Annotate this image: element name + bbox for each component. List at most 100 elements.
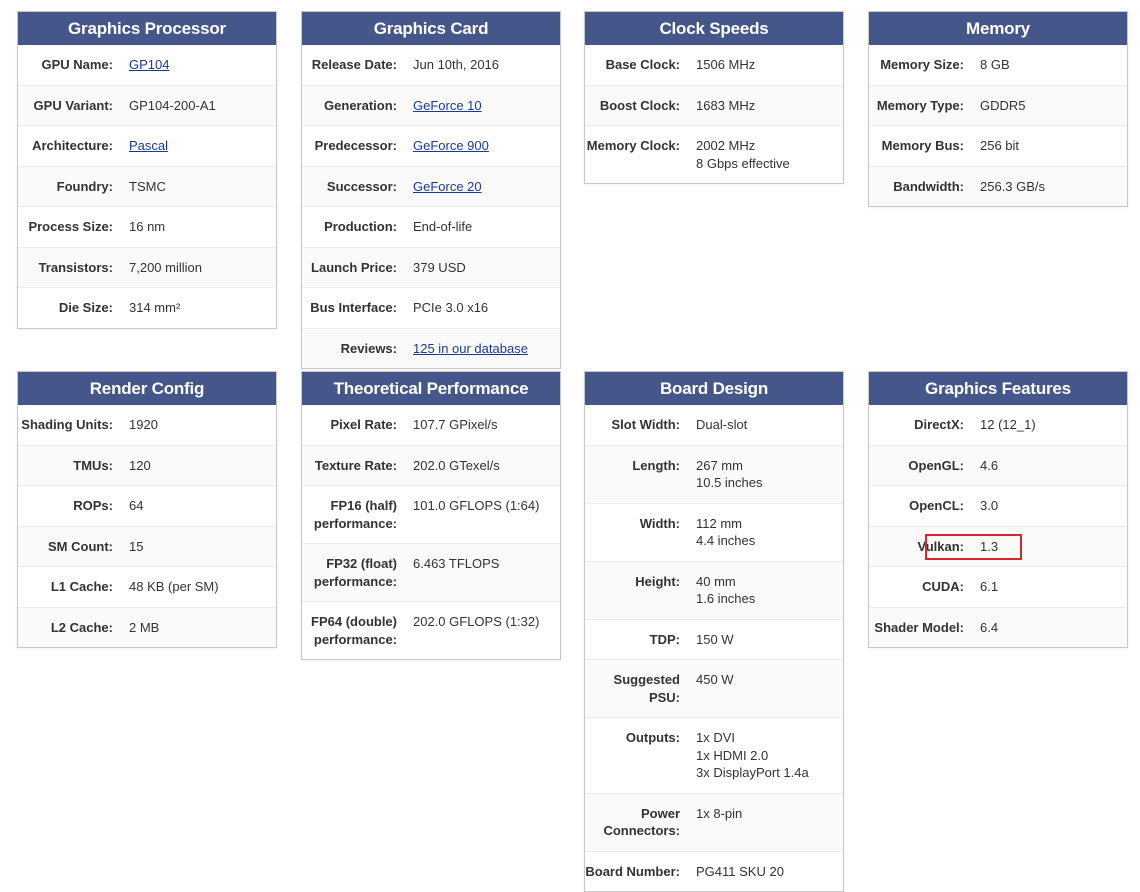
- spec-value: 450 W: [696, 672, 734, 687]
- spec-value: 1920: [129, 417, 158, 432]
- spec-label: Die Size:: [58, 300, 113, 315]
- spec-label: Launch Price:: [311, 259, 397, 275]
- spec-label: Width:: [639, 515, 680, 531]
- spec-value: Jun 10th, 2016: [413, 57, 500, 72]
- spec-row-height: Height: 40 mm 1.6 inches: [585, 560, 843, 619]
- spec-row-fp32: FP32 (float) performance: 6.463 TFLOPS: [302, 543, 560, 601]
- spec-label: SM Count:: [48, 538, 113, 554]
- spec-value: 202.0 GFLOPS (1:32): [413, 614, 540, 629]
- spec-label: Outputs:: [625, 730, 680, 745]
- spec-label: Shader Model:: [874, 619, 964, 635]
- spec-label-line: FP16 (half): [330, 498, 397, 513]
- spec-value: 8 GB: [980, 57, 1010, 72]
- spec-label-line: performance:: [313, 515, 397, 531]
- spec-label-line: Power: [640, 805, 680, 821]
- spec-row-generation: Generation: GeForce 10: [302, 84, 560, 125]
- spec-row-directx: DirectX: 12 (12_1): [869, 405, 1127, 445]
- spec-label: Board Number:: [585, 863, 680, 879]
- card-render-config: Render Config Shading Units: 1920 TMUs: …: [17, 371, 277, 648]
- gpu-name-link[interactable]: GP104: [129, 57, 169, 72]
- spec-label: FP64 (double) performance:: [302, 613, 413, 648]
- spec-value: End-of-life: [413, 219, 473, 234]
- spec-value: 40 mm 1.6 inches: [696, 573, 843, 608]
- spec-label: FP16 (half) performance:: [302, 497, 413, 532]
- spec-label: GPU Name:: [41, 57, 113, 72]
- spec-value: 150 W: [696, 631, 734, 647]
- spec-label: Transistors:: [38, 259, 113, 275]
- spec-value: 107.7 GPixel/s: [413, 417, 498, 432]
- spec-value: 101.0 GFLOPS (1:64): [413, 498, 540, 513]
- spec-row-die-size: Die Size: 314 mm²: [18, 287, 276, 328]
- spec-row-release-date: Release Date: Jun 10th, 2016: [302, 45, 560, 85]
- spec-value: GDDR5: [980, 97, 1026, 113]
- card-memory: Memory Memory Size: 8 GB Memory Type: GD…: [868, 11, 1128, 207]
- spec-row-length: Length: 267 mm 10.5 inches: [585, 444, 843, 503]
- spec-label: ROPs:: [73, 498, 113, 513]
- spec-value-line: 3x DisplayPort 1.4a: [696, 765, 809, 780]
- spec-row-reviews: Reviews: 125 in our database: [302, 327, 560, 368]
- spec-row-fp64: FP64 (double) performance: 202.0 GFLOPS …: [302, 601, 560, 659]
- spec-value: 2002 MHz 8 Gbps effective: [696, 137, 843, 172]
- spec-label: L1 Cache:: [50, 579, 113, 594]
- card-clock-speeds: Clock Speeds Base Clock: 1506 MHz Boost …: [584, 11, 844, 184]
- generation-link[interactable]: GeForce 10: [413, 98, 482, 113]
- spec-value: PCIe 3.0 x16: [413, 300, 489, 315]
- spec-value: 7,200 million: [129, 259, 202, 275]
- spec-row-tmus: TMUs: 120: [18, 444, 276, 485]
- spec-value: 6.1: [980, 579, 999, 594]
- spec-label: Foundry:: [56, 178, 113, 194]
- spec-value-line: 4.4 inches: [696, 533, 756, 548]
- spec-label: Texture Rate:: [314, 457, 397, 473]
- spec-label: Height:: [635, 573, 680, 589]
- spec-label: Architecture:: [32, 138, 113, 153]
- spec-value: 1x DVI 1x HDMI 2.0 3x DisplayPort 1.4a: [696, 729, 843, 782]
- spec-label-line: FP64 (double): [311, 614, 397, 629]
- spec-row-tdp: TDP: 150 W: [585, 618, 843, 659]
- reviews-link[interactable]: 125 in our database: [413, 341, 528, 356]
- card-title: Graphics Features: [869, 372, 1127, 405]
- card-title: Board Design: [585, 372, 843, 405]
- spec-label: Release Date:: [311, 57, 397, 72]
- spec-label: TMUs:: [73, 457, 113, 473]
- spec-row-l2-cache: L2 Cache: 2 MB: [18, 606, 276, 647]
- spec-row-fp16: FP16 (half) performance: 101.0 GFLOPS (1…: [302, 485, 560, 543]
- spec-label: OpenCL:: [909, 498, 964, 513]
- spec-value-line: 1.6 inches: [696, 591, 756, 606]
- spec-value-line: 1x DVI: [696, 730, 736, 745]
- spec-row-board-number: Board Number: PG411 SKU 20: [585, 850, 843, 891]
- predecessor-link[interactable]: GeForce 900: [413, 138, 489, 153]
- spec-label: DirectX:: [914, 417, 964, 432]
- spec-value-line: 40 mm: [696, 573, 736, 589]
- card-theoretical-performance: Theoretical Performance Pixel Rate: 107.…: [301, 371, 561, 660]
- spec-row-predecessor: Predecessor: GeForce 900: [302, 125, 560, 166]
- spec-value: 379 USD: [413, 259, 466, 275]
- spec-label: Bus Interface:: [310, 300, 397, 315]
- card-graphics-card: Graphics Card Release Date: Jun 10th, 20…: [301, 11, 561, 369]
- spec-label: Memory Bus:: [881, 138, 964, 153]
- spec-row-cuda: CUDA: 6.1: [869, 566, 1127, 607]
- spec-label: Generation:: [324, 97, 397, 113]
- spec-label-line: performance:: [313, 573, 397, 589]
- card-title: Render Config: [18, 372, 276, 405]
- spec-row-launch-price: Launch Price: 379 USD: [302, 246, 560, 287]
- spec-row-boost-clock: Boost Clock: 1683 MHz: [585, 84, 843, 125]
- spec-value: 1506 MHz: [696, 57, 756, 72]
- spec-value-line: 10.5 inches: [696, 475, 763, 490]
- successor-link[interactable]: GeForce 20: [413, 179, 482, 194]
- spec-value: 15: [129, 538, 144, 554]
- spec-label: FP32 (float) performance:: [302, 555, 413, 590]
- architecture-link[interactable]: Pascal: [129, 138, 168, 153]
- spec-value: 202.0 GTexel/s: [413, 457, 500, 473]
- spec-row-pixel-rate: Pixel Rate: 107.7 GPixel/s: [302, 405, 560, 445]
- spec-row-opencl: OpenCL: 3.0: [869, 485, 1127, 526]
- spec-row-base-clock: Base Clock: 1506 MHz: [585, 45, 843, 85]
- card-title: Graphics Card: [302, 12, 560, 45]
- spec-label: Length:: [632, 457, 680, 473]
- spec-value: 112 mm 4.4 inches: [696, 515, 843, 550]
- spec-row-opengl: OpenGL: 4.6: [869, 444, 1127, 485]
- spec-row-production: Production: End-of-life: [302, 206, 560, 247]
- spec-value: 2 MB: [129, 619, 160, 635]
- spec-label: Predecessor:: [314, 138, 397, 153]
- spec-value-line: 8 Gbps effective: [696, 155, 790, 171]
- spec-label: Memory Clock:: [586, 138, 680, 153]
